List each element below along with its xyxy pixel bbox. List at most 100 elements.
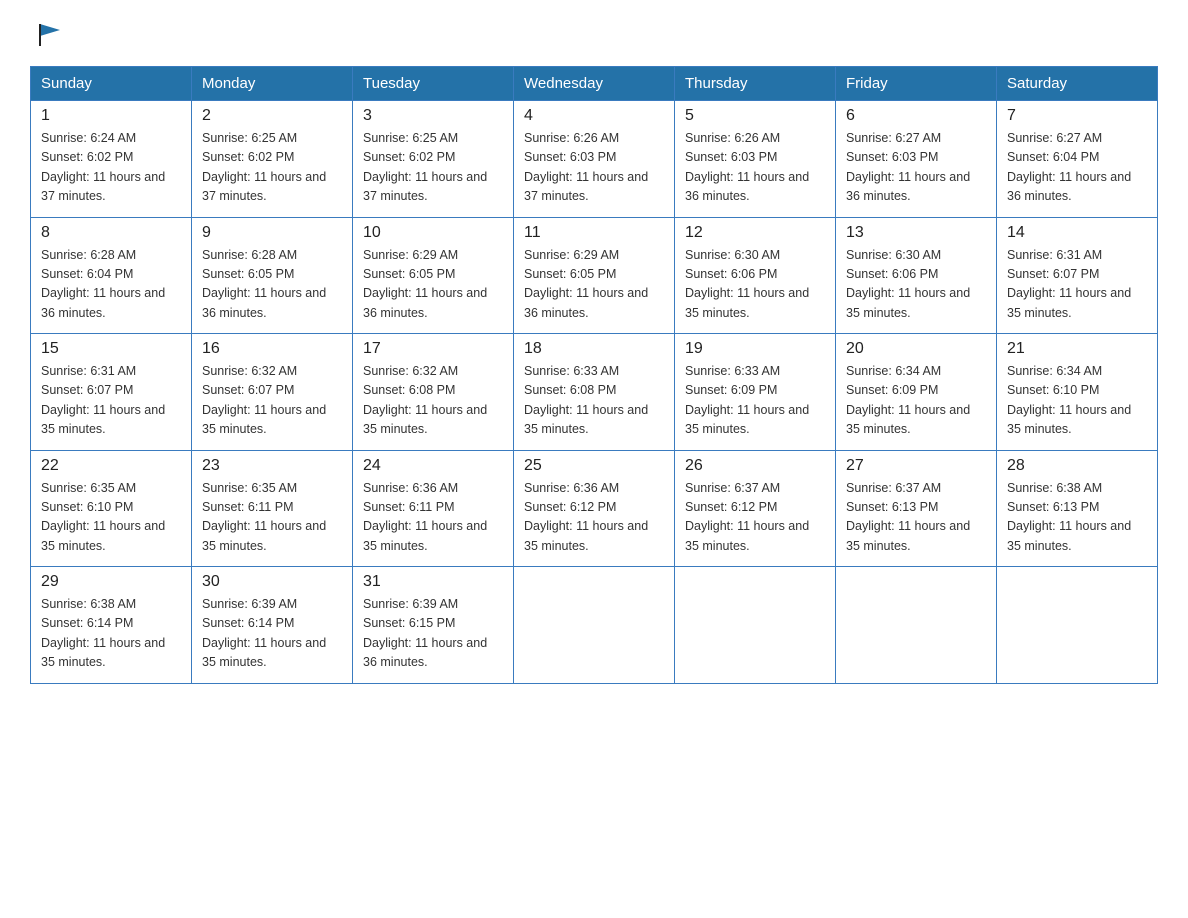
day-number: 15 <box>41 340 181 358</box>
weekday-header-saturday: Saturday <box>997 67 1158 101</box>
day-info: Sunrise: 6:38 AMSunset: 6:13 PMDaylight:… <box>1007 479 1147 557</box>
day-number: 17 <box>363 340 503 358</box>
weekday-header-sunday: Sunday <box>31 67 192 101</box>
calendar-week-row: 22 Sunrise: 6:35 AMSunset: 6:10 PMDayligh… <box>31 450 1158 567</box>
calendar-cell: 30 Sunrise: 6:39 AMSunset: 6:14 PMDayligh… <box>192 567 353 684</box>
weekday-header-friday: Friday <box>836 67 997 101</box>
calendar-cell: 14 Sunrise: 6:31 AMSunset: 6:07 PMDayligh… <box>997 217 1158 334</box>
day-info: Sunrise: 6:31 AMSunset: 6:07 PMDaylight:… <box>41 362 181 440</box>
calendar-cell: 16 Sunrise: 6:32 AMSunset: 6:07 PMDayligh… <box>192 334 353 451</box>
day-number: 9 <box>202 224 342 242</box>
day-number: 23 <box>202 457 342 475</box>
calendar-cell <box>997 567 1158 684</box>
calendar-cell: 4 Sunrise: 6:26 AMSunset: 6:03 PMDaylight… <box>514 101 675 218</box>
day-info: Sunrise: 6:32 AMSunset: 6:07 PMDaylight:… <box>202 362 342 440</box>
calendar-cell: 7Sunrise: 6:27 AMSunset: 6:04 PMDaylight… <box>997 101 1158 218</box>
day-info: Sunrise: 6:26 AMSunset: 6:03 PMDaylight:… <box>685 129 825 207</box>
calendar-cell: 10 Sunrise: 6:29 AMSunset: 6:05 PMDayligh… <box>353 217 514 334</box>
calendar-cell: 3 Sunrise: 6:25 AMSunset: 6:02 PMDaylight… <box>353 101 514 218</box>
day-number: 16 <box>202 340 342 358</box>
day-number: 22 <box>41 457 181 475</box>
day-number: 2 <box>202 107 342 125</box>
day-number: 31 <box>363 573 503 591</box>
calendar-cell: 9 Sunrise: 6:28 AMSunset: 6:05 PMDaylight… <box>192 217 353 334</box>
day-number: 7 <box>1007 107 1147 125</box>
day-info: Sunrise: 6:27 AMSunset: 6:03 PMDaylight:… <box>846 129 986 207</box>
calendar-cell: 21 Sunrise: 6:34 AMSunset: 6:10 PMDayligh… <box>997 334 1158 451</box>
day-info: Sunrise: 6:35 AMSunset: 6:10 PMDaylight:… <box>41 479 181 557</box>
day-number: 14 <box>1007 224 1147 242</box>
day-info: Sunrise: 6:34 AMSunset: 6:10 PMDaylight:… <box>1007 362 1147 440</box>
day-info: Sunrise: 6:28 AMSunset: 6:04 PMDaylight:… <box>41 246 181 324</box>
day-number: 29 <box>41 573 181 591</box>
calendar-cell: 26 Sunrise: 6:37 AMSunset: 6:12 PMDayligh… <box>675 450 836 567</box>
day-number: 27 <box>846 457 986 475</box>
calendar-cell: 1 Sunrise: 6:24 AMSunset: 6:02 PMDaylight… <box>31 101 192 218</box>
calendar-cell: 24Sunrise: 6:36 AMSunset: 6:11 PMDayligh… <box>353 450 514 567</box>
day-number: 3 <box>363 107 503 125</box>
calendar-cell <box>514 567 675 684</box>
day-info: Sunrise: 6:24 AMSunset: 6:02 PMDaylight:… <box>41 129 181 207</box>
calendar-cell: 5 Sunrise: 6:26 AMSunset: 6:03 PMDaylight… <box>675 101 836 218</box>
day-number: 21 <box>1007 340 1147 358</box>
day-info: Sunrise: 6:38 AMSunset: 6:14 PMDaylight:… <box>41 595 181 673</box>
calendar-cell: 27Sunrise: 6:37 AMSunset: 6:13 PMDayligh… <box>836 450 997 567</box>
calendar-cell: 8Sunrise: 6:28 AMSunset: 6:04 PMDaylight… <box>31 217 192 334</box>
day-number: 6 <box>846 107 986 125</box>
calendar-week-row: 1 Sunrise: 6:24 AMSunset: 6:02 PMDaylight… <box>31 101 1158 218</box>
day-number: 26 <box>685 457 825 475</box>
day-info: Sunrise: 6:26 AMSunset: 6:03 PMDaylight:… <box>524 129 664 207</box>
day-info: Sunrise: 6:30 AMSunset: 6:06 PMDaylight:… <box>846 246 986 324</box>
day-info: Sunrise: 6:30 AMSunset: 6:06 PMDaylight:… <box>685 246 825 324</box>
calendar-table: SundayMondayTuesdayWednesdayThursdayFrid… <box>30 66 1158 684</box>
calendar-cell: 20 Sunrise: 6:34 AMSunset: 6:09 PMDayligh… <box>836 334 997 451</box>
calendar-week-row: 8Sunrise: 6:28 AMSunset: 6:04 PMDaylight… <box>31 217 1158 334</box>
weekday-header-wednesday: Wednesday <box>514 67 675 101</box>
day-info: Sunrise: 6:35 AMSunset: 6:11 PMDaylight:… <box>202 479 342 557</box>
calendar-cell: 11 Sunrise: 6:29 AMSunset: 6:05 PMDayligh… <box>514 217 675 334</box>
day-number: 4 <box>524 107 664 125</box>
day-number: 28 <box>1007 457 1147 475</box>
day-info: Sunrise: 6:34 AMSunset: 6:09 PMDaylight:… <box>846 362 986 440</box>
day-info: Sunrise: 6:39 AMSunset: 6:15 PMDaylight:… <box>363 595 503 673</box>
day-info: Sunrise: 6:31 AMSunset: 6:07 PMDaylight:… <box>1007 246 1147 324</box>
day-info: Sunrise: 6:29 AMSunset: 6:05 PMDaylight:… <box>363 246 503 324</box>
day-number: 1 <box>41 107 181 125</box>
day-info: Sunrise: 6:33 AMSunset: 6:09 PMDaylight:… <box>685 362 825 440</box>
calendar-cell: 12 Sunrise: 6:30 AMSunset: 6:06 PMDayligh… <box>675 217 836 334</box>
calendar-cell: 29 Sunrise: 6:38 AMSunset: 6:14 PMDayligh… <box>31 567 192 684</box>
calendar-cell: 17 Sunrise: 6:32 AMSunset: 6:08 PMDayligh… <box>353 334 514 451</box>
day-info: Sunrise: 6:37 AMSunset: 6:12 PMDaylight:… <box>685 479 825 557</box>
day-info: Sunrise: 6:25 AMSunset: 6:02 PMDaylight:… <box>363 129 503 207</box>
day-number: 19 <box>685 340 825 358</box>
day-number: 25 <box>524 457 664 475</box>
calendar-week-row: 29 Sunrise: 6:38 AMSunset: 6:14 PMDayligh… <box>31 567 1158 684</box>
calendar-cell: 19 Sunrise: 6:33 AMSunset: 6:09 PMDayligh… <box>675 334 836 451</box>
page-header <box>30 20 1158 48</box>
calendar-cell: 15 Sunrise: 6:31 AMSunset: 6:07 PMDayligh… <box>31 334 192 451</box>
day-info: Sunrise: 6:32 AMSunset: 6:08 PMDaylight:… <box>363 362 503 440</box>
day-info: Sunrise: 6:39 AMSunset: 6:14 PMDaylight:… <box>202 595 342 673</box>
day-number: 30 <box>202 573 342 591</box>
day-number: 5 <box>685 107 825 125</box>
calendar-cell: 13 Sunrise: 6:30 AMSunset: 6:06 PMDayligh… <box>836 217 997 334</box>
calendar-cell: 22 Sunrise: 6:35 AMSunset: 6:10 PMDayligh… <box>31 450 192 567</box>
weekday-header-thursday: Thursday <box>675 67 836 101</box>
day-number: 13 <box>846 224 986 242</box>
weekday-header-monday: Monday <box>192 67 353 101</box>
day-info: Sunrise: 6:28 AMSunset: 6:05 PMDaylight:… <box>202 246 342 324</box>
calendar-cell: 23 Sunrise: 6:35 AMSunset: 6:11 PMDayligh… <box>192 450 353 567</box>
calendar-cell: 28 Sunrise: 6:38 AMSunset: 6:13 PMDayligh… <box>997 450 1158 567</box>
weekday-header-tuesday: Tuesday <box>353 67 514 101</box>
calendar-cell <box>836 567 997 684</box>
calendar-cell <box>675 567 836 684</box>
calendar-cell: 18Sunrise: 6:33 AMSunset: 6:08 PMDayligh… <box>514 334 675 451</box>
day-info: Sunrise: 6:29 AMSunset: 6:05 PMDaylight:… <box>524 246 664 324</box>
day-number: 10 <box>363 224 503 242</box>
logo-flag-icon <box>36 20 64 48</box>
day-number: 12 <box>685 224 825 242</box>
day-number: 20 <box>846 340 986 358</box>
calendar-header-row: SundayMondayTuesdayWednesdayThursdayFrid… <box>31 67 1158 101</box>
day-number: 11 <box>524 224 664 242</box>
calendar-cell: 31 Sunrise: 6:39 AMSunset: 6:15 PMDayligh… <box>353 567 514 684</box>
